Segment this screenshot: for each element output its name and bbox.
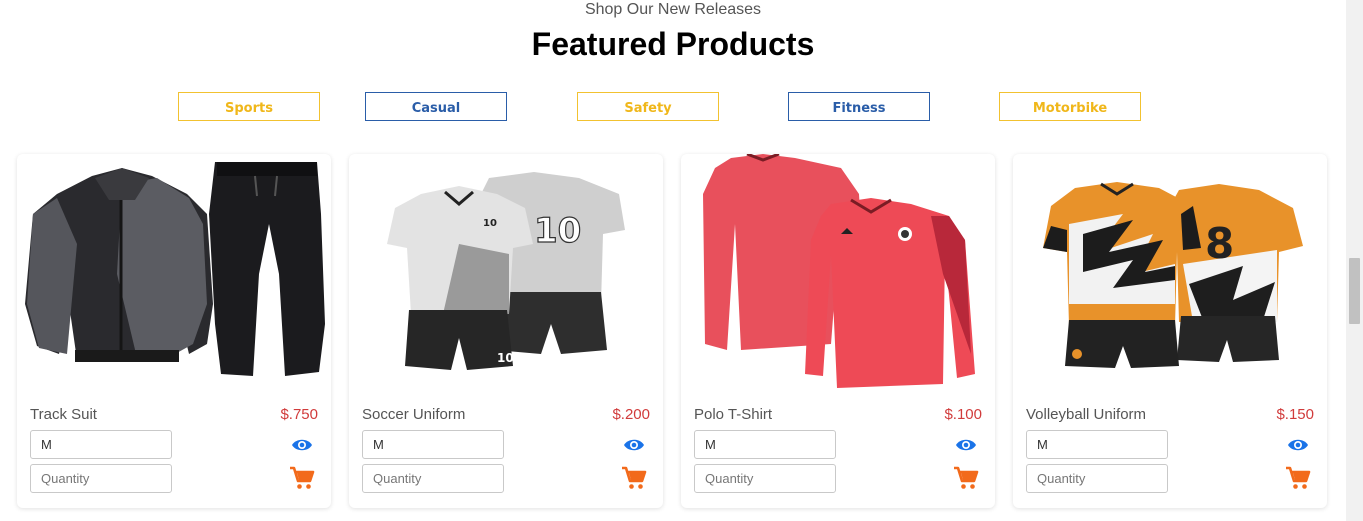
product-card: 8 Volleyball Uniform $.150 [1013,154,1327,508]
category-casual-button[interactable]: Casual [365,92,507,121]
category-fitness-button[interactable]: Fitness [788,92,930,121]
svg-text:10: 10 [497,351,514,365]
product-price: $.150 [1276,406,1314,423]
scrollbar-thumb[interactable] [1349,258,1360,324]
vertical-scrollbar[interactable] [1346,0,1363,521]
svg-text:8: 8 [1205,219,1234,268]
product-name: Polo T-Shirt [694,406,773,423]
eye-icon[interactable] [955,438,977,452]
cart-icon[interactable] [289,466,315,490]
quantity-input[interactable] [30,464,172,493]
product-price: $.200 [612,406,650,423]
volleyball-uniform-image[interactable]: 8 [1013,154,1327,390]
product-card: Polo T-Shirt $.100 [681,154,995,508]
svg-text:10: 10 [534,211,581,251]
eye-icon[interactable] [291,438,313,452]
eye-icon[interactable] [1287,438,1309,452]
section-title: Featured Products [531,26,815,62]
size-input[interactable] [1026,430,1168,459]
size-input[interactable] [694,430,836,459]
product-price: $.100 [944,406,982,423]
eye-icon[interactable] [623,438,645,452]
cart-icon[interactable] [1285,466,1311,490]
category-motorbike-button[interactable]: Motorbike [999,92,1141,121]
category-safety-button[interactable]: Safety [577,92,719,121]
svg-text:10: 10 [483,218,497,229]
soccer-uniform-image[interactable]: 10 10 10 [349,154,663,390]
category-sports-button[interactable]: Sports [178,92,320,121]
track-suit-image[interactable] [17,154,331,390]
product-name: Track Suit [30,406,97,423]
product-name: Soccer Uniform [362,406,466,423]
cart-icon[interactable] [621,466,647,490]
polo-t-shirt-image[interactable] [681,154,995,390]
quantity-input[interactable] [362,464,504,493]
product-price: $.750 [280,406,318,423]
cart-icon[interactable] [953,466,979,490]
size-input[interactable] [362,430,504,459]
product-card: Track Suit $.750 [17,154,331,508]
product-card: 10 10 10 Soccer Uniform $.200 [349,154,663,508]
product-name: Volleyball Uniform [1026,406,1147,423]
quantity-input[interactable] [1026,464,1168,493]
section-subtitle: Shop Our New Releases [584,1,762,18]
quantity-input[interactable] [694,464,836,493]
size-input[interactable] [30,430,172,459]
